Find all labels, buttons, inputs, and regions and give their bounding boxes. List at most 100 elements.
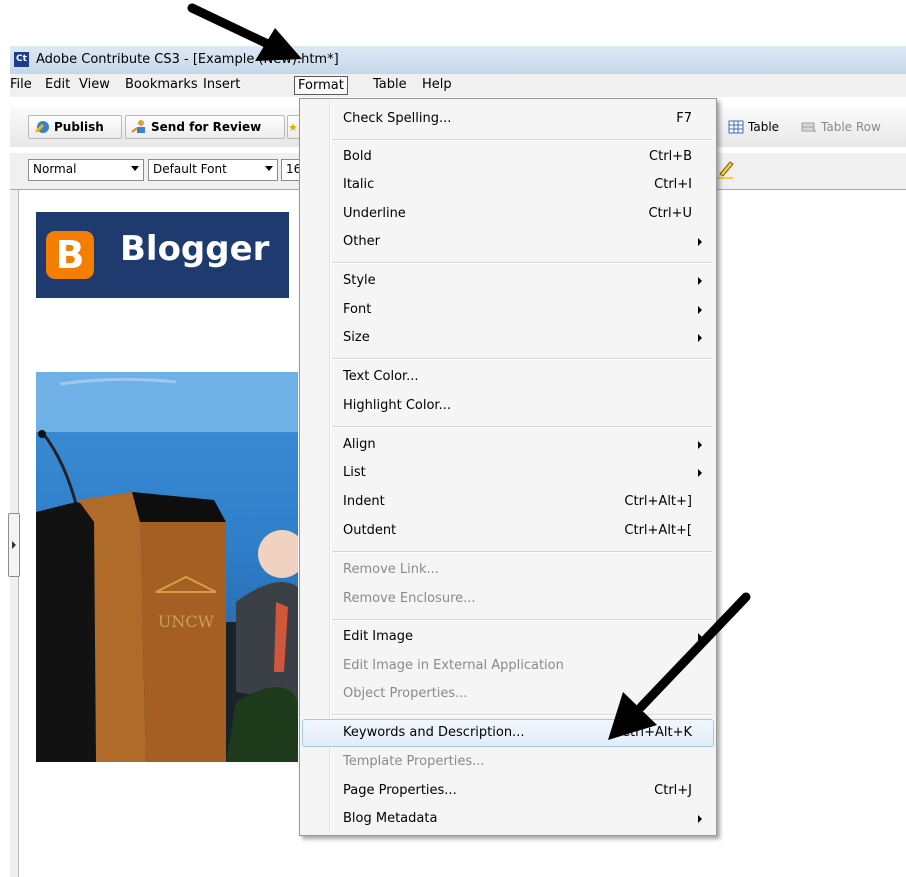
menu-item-label: Italic [343, 177, 375, 192]
menu-item-label: List [343, 465, 366, 480]
font-value: Default Font [153, 162, 227, 176]
menu-separator [332, 426, 712, 428]
menu-item-label: Indent [343, 494, 385, 509]
menu-item-label: Check Spelling... [343, 111, 452, 126]
menu-item-shortcut: Ctrl+Alt+[ [624, 523, 692, 538]
menu-item-label: Remove Enclosure... [343, 591, 476, 606]
menu-item-shortcut: Ctrl+U [648, 206, 692, 221]
menu-item-remove-link[interactable]: Remove Link... [302, 556, 714, 584]
menu-item-other[interactable]: Other [302, 228, 714, 256]
menu-item-label: Size [343, 330, 370, 345]
font-select[interactable]: Default Font [148, 159, 278, 181]
table-row-icon [801, 122, 817, 133]
paragraph-style-select[interactable]: Normal [28, 159, 144, 181]
table-label: Table [748, 120, 780, 134]
menu-item-blog-metadata[interactable]: Blog Metadata [302, 805, 714, 833]
menu-item-text-color[interactable]: Text Color... [302, 363, 714, 391]
menu-item-italic[interactable]: Italic Ctrl+I [302, 171, 714, 199]
submenu-arrow-icon [698, 334, 702, 342]
menu-separator [332, 714, 712, 716]
star-icon: ★ [288, 120, 298, 134]
menu-item-label: Edit Image [343, 629, 414, 644]
menu-item-font[interactable]: Font [302, 296, 714, 324]
chevron-down-icon [265, 166, 273, 171]
menu-item-shortcut: Ctrl+Alt+] [624, 494, 692, 509]
menu-item-shortcut: Ctrl+B [649, 149, 692, 164]
submenu-arrow-icon [698, 238, 702, 246]
format-menu-dropdown: Check Spelling... F7 Bold Ctrl+B Italic … [299, 98, 717, 836]
menu-separator [332, 619, 712, 621]
menu-view[interactable]: View [79, 77, 110, 92]
menu-item-label: Align [343, 437, 376, 452]
menu-item-label: Object Properties... [343, 686, 468, 701]
menu-item-page-properties[interactable]: Page Properties... Ctrl+J [302, 777, 714, 805]
submenu-arrow-icon [698, 306, 702, 314]
menu-item-align[interactable]: Align [302, 431, 714, 459]
menu-item-label: Edit Image in External Application [343, 658, 564, 673]
menu-item-list[interactable]: List [302, 459, 714, 487]
blogger-wordmark: Blogger [120, 229, 270, 269]
speaker-photo: UNCW [36, 372, 298, 762]
menu-item-size[interactable]: Size [302, 324, 714, 352]
menu-item-label: Font [343, 302, 372, 317]
insert-table-button[interactable]: Table [722, 115, 792, 139]
menu-item-label: Blog Metadata [343, 811, 438, 826]
menu-item-remove-enclosure[interactable]: Remove Enclosure... [302, 585, 714, 613]
menu-item-underline[interactable]: Underline Ctrl+U [302, 200, 714, 228]
menu-item-template-properties[interactable]: Template Properties... [302, 748, 714, 776]
menu-separator [332, 358, 712, 360]
publish-icon [35, 121, 49, 133]
menu-file[interactable]: File [10, 77, 32, 92]
send-for-review-label: Send for Review [151, 120, 262, 134]
menu-item-shortcut: F7 [676, 111, 692, 126]
menu-item-label: Bold [343, 149, 372, 164]
menu-item-style[interactable]: Style [302, 267, 714, 295]
menu-insert[interactable]: Insert [203, 77, 240, 92]
submenu-arrow-icon [698, 277, 702, 285]
menu-item-label: Remove Link... [343, 562, 439, 577]
submenu-arrow-icon [698, 815, 702, 823]
menu-item-label: Page Properties... [343, 783, 457, 798]
menu-item-label: Text Color... [343, 369, 419, 384]
podium-text: UNCW [158, 612, 215, 631]
app-icon: Ct [14, 52, 29, 67]
menu-table[interactable]: Table [373, 77, 407, 92]
menu-item-bold[interactable]: Bold Ctrl+B [302, 143, 714, 171]
send-review-icon [131, 120, 145, 133]
send-for-review-button[interactable]: Send for Review [125, 115, 285, 139]
menu-help[interactable]: Help [422, 77, 452, 92]
menu-item-label: Outdent [343, 523, 397, 538]
menu-item-label: Underline [343, 206, 406, 221]
chevron-down-icon [131, 166, 139, 171]
highlight-pen-icon[interactable] [714, 158, 736, 182]
menu-item-shortcut: Ctrl+Alt+K [620, 725, 692, 740]
menu-format[interactable]: Format [294, 76, 348, 95]
menu-separator [332, 551, 712, 553]
blogger-b-icon: B [46, 231, 94, 279]
menu-item-outdent[interactable]: Outdent Ctrl+Alt+[ [302, 517, 714, 545]
menu-item-label: Template Properties... [343, 754, 485, 769]
menu-bar: File Edit View Bookmarks Insert Format T… [10, 74, 906, 97]
photo-illustration: UNCW [36, 372, 298, 762]
menu-edit[interactable]: Edit [45, 77, 70, 92]
menu-item-edit-image-external[interactable]: Edit Image in External Application [302, 652, 714, 680]
submenu-arrow-icon [698, 469, 702, 477]
menu-item-label: Keywords and Description... [343, 725, 525, 740]
menu-item-object-properties[interactable]: Object Properties... [302, 680, 714, 708]
menu-item-check-spelling[interactable]: Check Spelling... F7 [302, 105, 714, 133]
insert-table-row-button[interactable]: Table Row [795, 115, 893, 139]
menu-item-highlight-color[interactable]: Highlight Color... [302, 392, 714, 420]
panel-splitter-handle[interactable] [8, 513, 20, 577]
menu-separator [332, 139, 712, 141]
menu-item-keywords-description[interactable]: Keywords and Description... Ctrl+Alt+K [302, 719, 714, 747]
table-icon [728, 120, 744, 134]
publish-button[interactable]: Publish [28, 115, 122, 139]
menu-item-indent[interactable]: Indent Ctrl+Alt+] [302, 488, 714, 516]
menu-bookmarks[interactable]: Bookmarks [125, 77, 198, 92]
menu-item-edit-image[interactable]: Edit Image [302, 623, 714, 651]
paragraph-style-value: Normal [33, 162, 77, 176]
menu-item-shortcut: Ctrl+I [654, 177, 692, 192]
menu-item-label: Other [343, 234, 380, 249]
submenu-arrow-icon [698, 633, 702, 641]
expand-arrow-icon [12, 541, 16, 549]
